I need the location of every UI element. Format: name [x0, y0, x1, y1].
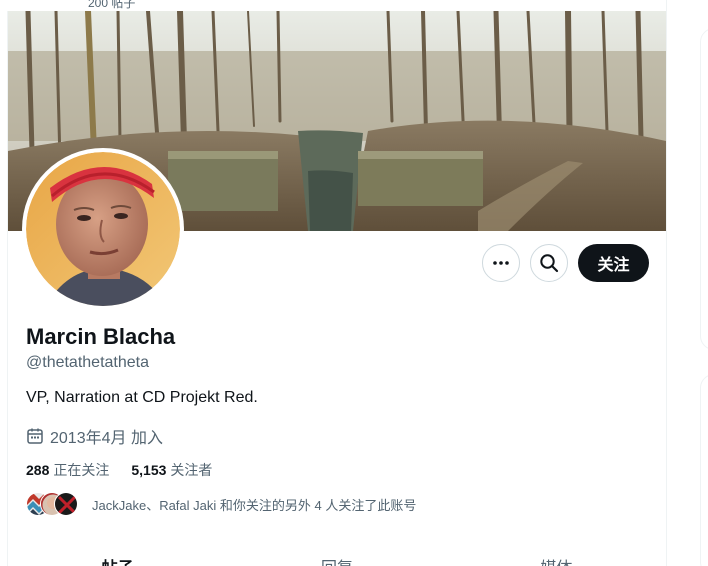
- more-options-button[interactable]: [482, 244, 520, 282]
- profile-handle: @thetathetatheta: [26, 354, 149, 371]
- search-posts-button[interactable]: [530, 244, 568, 282]
- top-header: 200 帖子: [0, 0, 666, 11]
- following-link[interactable]: 288 正在关注: [26, 460, 109, 480]
- mutual-avatar: [54, 492, 78, 516]
- calendar-icon: [27, 428, 43, 444]
- follow-button-label: 关注: [597, 257, 630, 274]
- column-divider-right: [666, 0, 667, 566]
- profile-tabs: 帖子 回复 媒体: [8, 548, 666, 566]
- profile-bio: VP, Narration at CD Projekt Red.: [26, 389, 258, 406]
- following-count: 288: [26, 462, 50, 478]
- posts-count: 200 帖子: [88, 0, 136, 10]
- followers-label: 关注者: [170, 462, 213, 478]
- followers-you-know[interactable]: JackJake、Rafal Jaki 和你关注的另外 4 人关注了此账号: [26, 492, 416, 516]
- tab-posts[interactable]: 帖子: [8, 548, 227, 566]
- tab-media[interactable]: 媒体: [447, 548, 666, 566]
- more-horizontal-icon: [493, 261, 509, 265]
- profile-avatar[interactable]: [26, 152, 180, 306]
- followers-count: 5,153: [131, 462, 167, 478]
- follow-button[interactable]: 关注: [578, 244, 649, 282]
- following-label: 正在关注: [53, 462, 110, 478]
- profile-page: 200 帖子 关注 Marcin Blacha @thetathetatheta…: [0, 0, 708, 566]
- followers-link[interactable]: 5,153 关注者: [131, 460, 212, 480]
- tab-replies[interactable]: 回复: [227, 548, 446, 566]
- joined-date-text: 2013年4月 加入: [50, 430, 163, 447]
- search-icon: [540, 254, 559, 273]
- joined-date: 2013年4月 加入: [26, 424, 163, 448]
- sidebar-card-edge: [700, 374, 708, 566]
- profile-name: Marcin Blacha: [26, 324, 176, 349]
- mutual-avatars: [26, 492, 82, 516]
- followed-by-text: JackJake、Rafal Jaki 和你关注的另外 4 人关注了此账号: [92, 497, 417, 513]
- sidebar-card-edge: [700, 28, 708, 350]
- follow-stats: 288 正在关注 5,153 关注者: [26, 460, 234, 480]
